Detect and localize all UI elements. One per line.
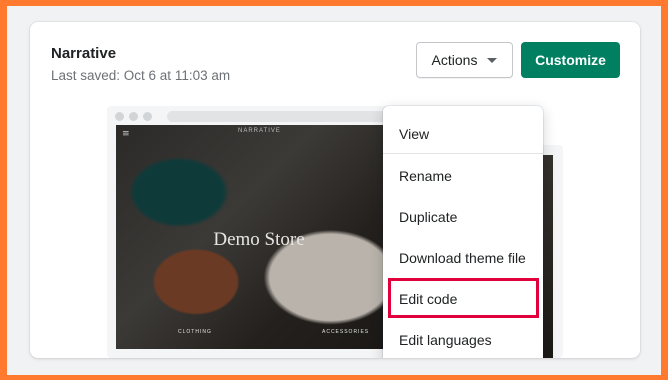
preview-label-right: ACCESSORIES bbox=[322, 329, 370, 335]
menu-item-view[interactable]: View bbox=[383, 114, 543, 154]
menu-item-download-theme-file[interactable]: Download theme file bbox=[383, 238, 543, 278]
window-dot bbox=[129, 112, 138, 121]
url-bar bbox=[167, 111, 397, 122]
edit-code-highlight-box bbox=[388, 278, 539, 318]
last-saved-text: Last saved: Oct 6 at 11:03 am bbox=[51, 68, 231, 83]
menu-item-edit-languages[interactable]: Edit languages bbox=[383, 320, 543, 358]
preview-hero-image: ≡ NARRATIVE Demo Store CLOTHING ACCESSOR… bbox=[116, 125, 402, 349]
actions-dropdown-menu: View Rename Duplicate Download theme fil… bbox=[383, 106, 543, 358]
actions-button[interactable]: Actions bbox=[416, 42, 513, 78]
caret-down-icon bbox=[487, 57, 498, 63]
window-dot bbox=[115, 112, 124, 121]
preview-label-left: CLOTHING bbox=[178, 329, 212, 335]
window-dot bbox=[143, 112, 152, 121]
hamburger-icon: ≡ bbox=[122, 129, 130, 139]
theme-card: Narrative Last saved: Oct 6 at 11:03 am … bbox=[30, 22, 640, 358]
actions-label: Actions bbox=[431, 52, 478, 68]
preview-logo: NARRATIVE bbox=[238, 128, 281, 134]
desktop-preview[interactable]: ≡ NARRATIVE Demo Store CLOTHING ACCESSOR… bbox=[107, 106, 407, 358]
menu-divider bbox=[383, 153, 543, 154]
preview-store-title: Demo Store bbox=[213, 229, 305, 250]
menu-item-duplicate[interactable]: Duplicate bbox=[383, 197, 543, 237]
customize-button[interactable]: Customize bbox=[521, 42, 620, 78]
menu-item-rename[interactable]: Rename bbox=[383, 156, 543, 196]
theme-name: Narrative bbox=[51, 45, 117, 62]
